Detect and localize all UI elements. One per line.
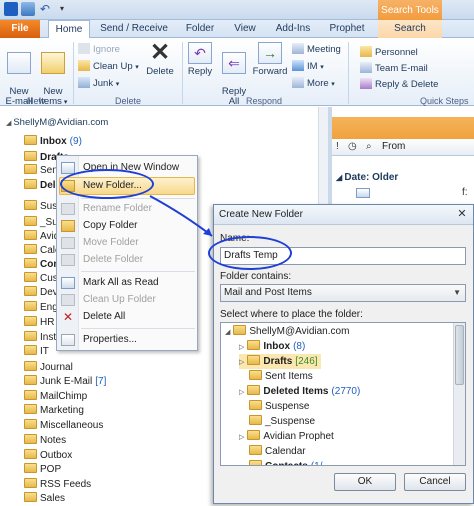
annotation-arrow	[149, 195, 213, 237]
